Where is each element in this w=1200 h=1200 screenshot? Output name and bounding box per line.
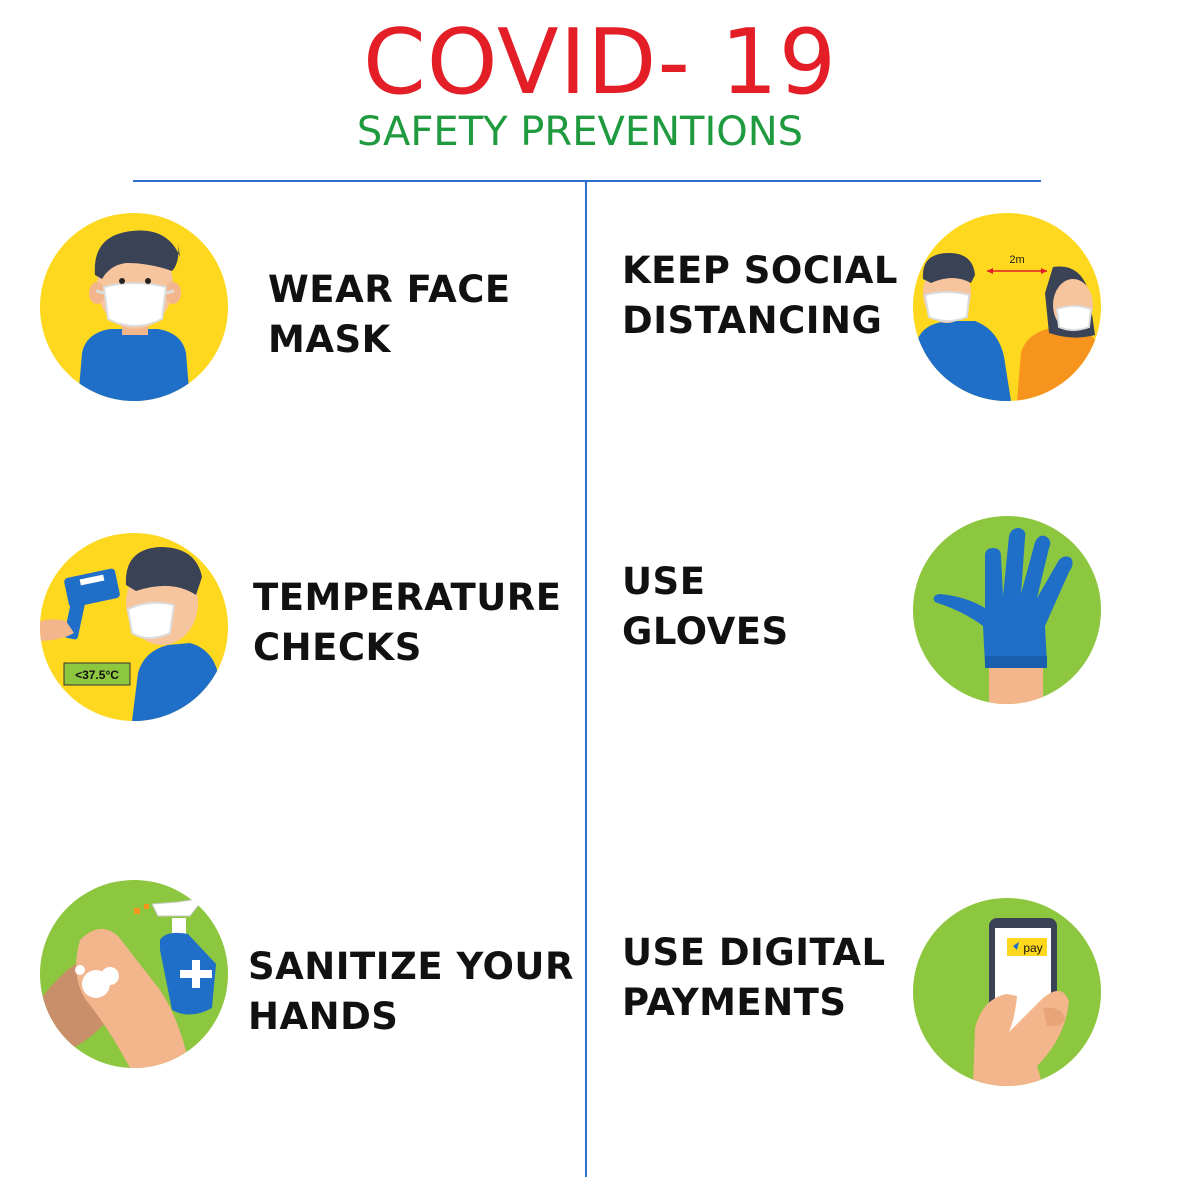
horizontal-divider xyxy=(133,180,1041,182)
item-label-digital-payments: USE DIGITAL PAYMENTS xyxy=(622,928,886,1028)
page-subtitle: SAFETY PREVENTIONS xyxy=(356,109,804,155)
item-label-line: GLOVES xyxy=(622,610,789,653)
item-label-line: WEAR FACE xyxy=(268,268,511,311)
item-label-wear-mask: WEAR FACE MASK xyxy=(268,265,511,365)
item-label-line: CHECKS xyxy=(253,626,422,669)
temperature-label: <37.5°C xyxy=(75,668,119,682)
item-label-line: HANDS xyxy=(248,995,399,1038)
item-label-line: SANITIZE YOUR xyxy=(248,945,574,988)
item-label-use-gloves: USE GLOVES xyxy=(622,557,789,657)
masked-man-icon xyxy=(40,213,228,401)
item-label-line: TEMPERATURE xyxy=(253,576,562,619)
thermometer-check-icon: <37.5°C xyxy=(40,533,228,721)
social-distance-icon: 2m xyxy=(913,213,1101,401)
item-label-social-distancing: KEEP SOCIAL DISTANCING xyxy=(622,246,898,346)
item-label-line: MASK xyxy=(268,318,391,361)
glove-icon xyxy=(913,516,1101,704)
pay-label: pay xyxy=(1023,941,1042,955)
item-label-sanitize-hands: SANITIZE YOUR HANDS xyxy=(248,942,574,1042)
vertical-divider xyxy=(585,181,587,1177)
page-title: COVID- 19 xyxy=(362,10,838,115)
item-label-line: DISTANCING xyxy=(622,299,883,342)
item-label-temperature-checks: TEMPERATURE CHECKS xyxy=(253,573,562,673)
item-label-line: USE DIGITAL xyxy=(622,931,886,974)
distance-label: 2m xyxy=(1009,254,1024,266)
phone-payment-icon: pay xyxy=(913,898,1101,1086)
sanitizer-hands-icon xyxy=(40,880,228,1068)
item-label-line: PAYMENTS xyxy=(622,981,847,1024)
item-label-line: KEEP SOCIAL xyxy=(622,249,898,292)
item-label-line: USE xyxy=(622,560,706,603)
